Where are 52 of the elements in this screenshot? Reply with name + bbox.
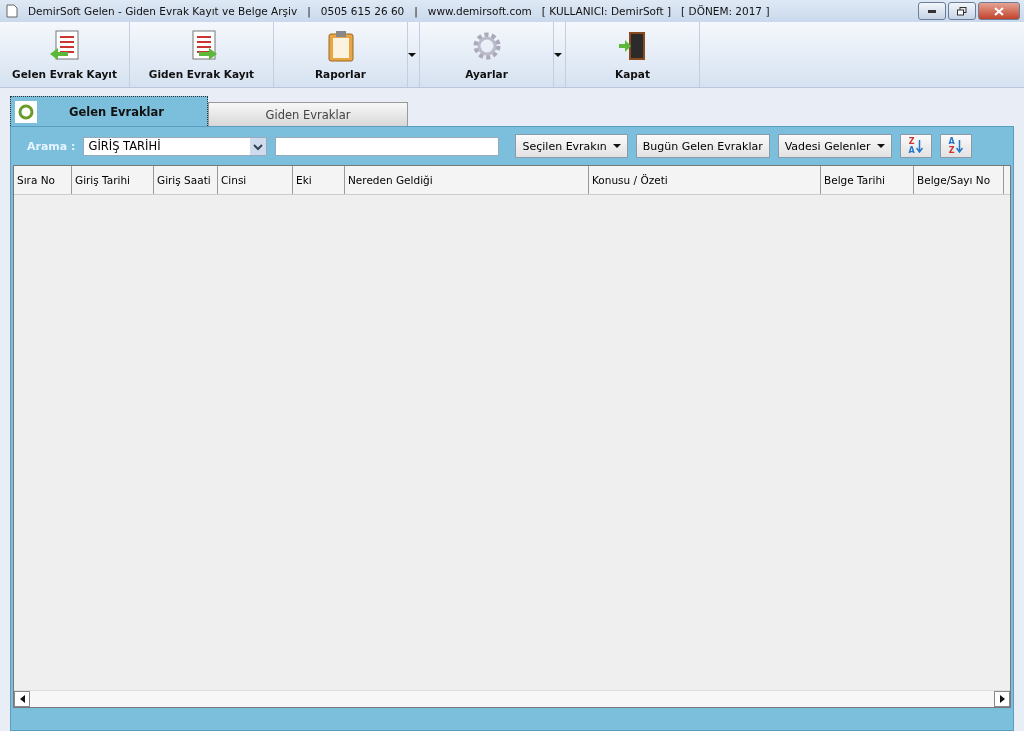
window-title-text: DemirSoft Gelen - Giden Evrak Kayıt ve Belge Arşiv (28, 5, 298, 17)
column-header[interactable]: Giriş Saati (154, 166, 218, 194)
close-button[interactable] (978, 2, 1020, 20)
action-button[interactable]: Seçilen Evrakın (515, 134, 628, 158)
document-icon (6, 4, 18, 18)
search-input[interactable] (275, 136, 500, 156)
window-title-text: | (414, 5, 418, 17)
search-label: Arama : (27, 139, 76, 153)
toolbar-button[interactable]: Giden Evrak Kayıt (130, 22, 274, 87)
down-arrow-icon (955, 139, 963, 153)
column-header[interactable]: Belge/Sayı No (914, 166, 1004, 194)
scroll-right-button[interactable] (994, 691, 1010, 707)
minimize-icon (928, 9, 936, 13)
column-header[interactable]: Nereden Geldiği (345, 166, 589, 194)
tab[interactable]: Giden Evraklar (208, 102, 408, 126)
left-triangle-icon (19, 695, 25, 703)
toolbar-button[interactable]: Gelen Evrak Kayıt (0, 22, 130, 87)
toolbar-button[interactable]: Ayarlar (420, 22, 554, 87)
search-field-combo[interactable]: GİRİŞ TARİHİ (83, 136, 268, 156)
close-icon (994, 6, 1004, 16)
toolbar-button[interactable]: Kapat (566, 22, 700, 87)
column-header[interactable]: Konusu / Özeti (589, 166, 821, 194)
window-title-text: 0505 615 26 60 (320, 5, 405, 17)
restore-icon (957, 6, 967, 16)
tab[interactable]: Gelen Evraklar (10, 96, 208, 126)
column-header[interactable]: Belge Tarihi (821, 166, 914, 194)
down-arrow-icon (915, 139, 923, 153)
column-header[interactable]: Giriş Tarihi (72, 166, 154, 194)
window-title-text: www.demirsoft.com (427, 5, 532, 17)
refresh-icon (15, 100, 37, 123)
chevron-down-icon (250, 137, 267, 155)
window-title-text: [ DÖNEM: 2017 ] (681, 5, 770, 17)
sort-button[interactable]: Z A (899, 134, 932, 158)
dropdown-button[interactable] (554, 22, 566, 87)
toolbar-button[interactable]: Raporlar (274, 22, 408, 87)
caret-icon (554, 52, 562, 57)
clipboard-icon (327, 29, 354, 62)
column-header[interactable]: Eki (293, 166, 345, 194)
dropdown-button[interactable] (408, 22, 420, 87)
caret-icon (408, 52, 416, 57)
minimize-button[interactable] (918, 2, 946, 20)
scroll-left-button[interactable] (14, 691, 30, 707)
action-button[interactable]: Bugün Gelen Evraklar (635, 134, 770, 158)
column-header[interactable]: Cinsi (218, 166, 293, 194)
window-title-text: [ KULLANICI: DemirSoft ] (541, 5, 672, 17)
window-title-text: | (307, 5, 311, 17)
sort-button[interactable]: A Z (939, 134, 972, 158)
column-header[interactable]: Sıra No (14, 166, 72, 194)
restore-button[interactable] (948, 2, 976, 20)
right-triangle-icon (999, 695, 1005, 703)
horizontal-scrollbar[interactable] (14, 690, 1010, 707)
action-button[interactable]: Vadesi Gelenler (777, 134, 892, 158)
